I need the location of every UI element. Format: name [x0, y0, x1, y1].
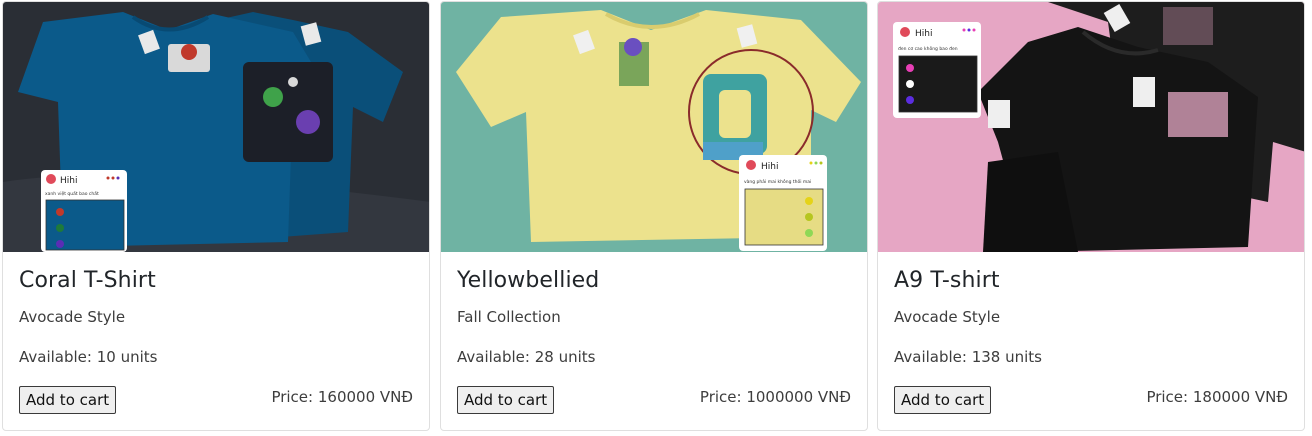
product-title: Yellowbellied: [457, 268, 600, 293]
product-grid: Hihi xanh việt quất bao chất Coral T-Shi…: [0, 0, 1312, 436]
tag-brand: Hihi: [60, 176, 77, 186]
yellowbellied-photo: Hihi vàng phải mai không thối mai: [441, 2, 867, 252]
product-photo[interactable]: Hihi xanh việt quất bao chất: [3, 2, 429, 252]
color-tag-card: Hihi xanh việt quất bao chất: [41, 170, 127, 252]
tag-caption: đen cơ cao không bao đen: [898, 45, 958, 52]
product-title: Coral T-Shirt: [19, 268, 156, 293]
product-card: Hihi vàng phải mai không thối mai Yellow…: [440, 1, 868, 431]
product-availability: Available: 138 units: [894, 348, 1042, 366]
tag-caption: vàng phải mai không thối mai: [744, 178, 811, 185]
product-photo[interactable]: Hihi vàng phải mai không thối mai: [441, 2, 867, 252]
product-price: Price: 180000 VNĐ: [1146, 388, 1288, 406]
product-photo[interactable]: Hihi đen cơ cao không bao đen: [878, 2, 1304, 252]
product-price: Price: 1000000 VNĐ: [699, 388, 851, 406]
product-availability: Available: 28 units: [457, 348, 596, 366]
color-tag-card: Hihi đen cơ cao không bao đen: [893, 22, 981, 118]
product-card: Hihi đen cơ cao không bao đen A9 T-shirt…: [877, 1, 1305, 431]
product-price: Price: 160000 VNĐ: [271, 388, 413, 406]
product-title: A9 T-shirt: [894, 268, 1000, 293]
add-to-cart-button[interactable]: Add to cart: [894, 386, 992, 414]
product-collection: Avocade Style: [19, 308, 126, 326]
tag-caption: xanh việt quất bao chất: [45, 190, 99, 197]
product-collection: Avocade Style: [894, 308, 1001, 326]
a9-tshirt-photo: Hihi đen cơ cao không bao đen: [878, 2, 1304, 252]
product-card: Hihi xanh việt quất bao chất Coral T-Shi…: [2, 1, 430, 431]
color-tag-card: Hihi vàng phải mai không thối mai: [739, 155, 827, 251]
tag-brand: Hihi: [915, 29, 932, 39]
coral-tshirt-photo: Hihi xanh việt quất bao chất: [3, 2, 429, 252]
add-to-cart-button[interactable]: Add to cart: [457, 386, 555, 414]
product-collection: Fall Collection: [457, 308, 561, 326]
add-to-cart-button[interactable]: Add to cart: [19, 386, 117, 414]
tag-brand: Hihi: [761, 162, 778, 172]
product-availability: Available: 10 units: [19, 348, 158, 366]
